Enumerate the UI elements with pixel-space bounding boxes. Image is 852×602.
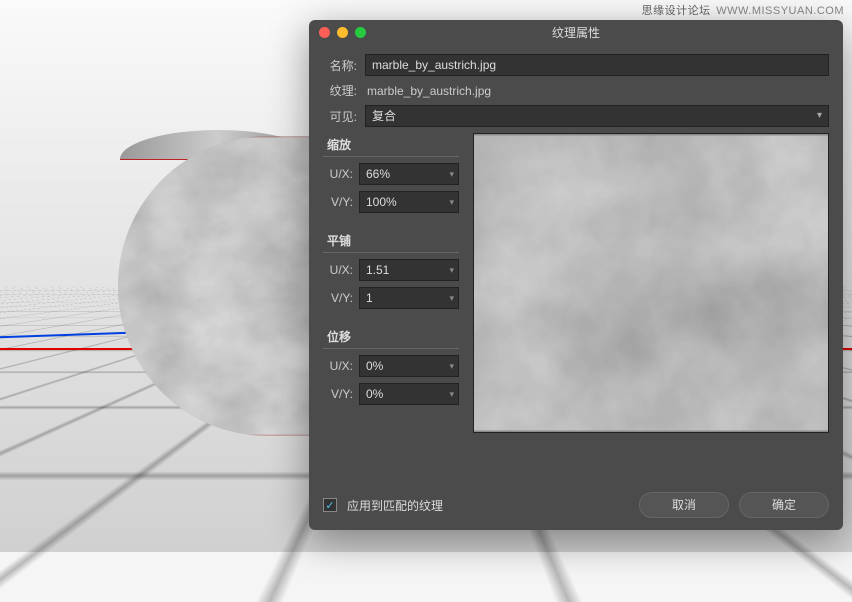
dialog-title: 纹理属性 xyxy=(552,26,600,40)
visible-select[interactable]: 复合 xyxy=(365,105,829,127)
offset-title: 位移 xyxy=(323,325,459,349)
offset-ux-input[interactable]: 0% xyxy=(359,355,459,377)
tile-ux-input[interactable]: 1.51 xyxy=(359,259,459,281)
watermark: 思缘设计论坛 WWW.MISSYUAN.COM xyxy=(642,2,844,18)
hemisphere-object[interactable] xyxy=(118,136,318,436)
dialog-titlebar[interactable]: 纹理属性 xyxy=(309,20,843,46)
apply-matching-checkbox[interactable]: ✓ xyxy=(323,498,337,512)
minimize-icon[interactable] xyxy=(337,27,348,38)
tile-vy-input[interactable]: 1 xyxy=(359,287,459,309)
texture-preview xyxy=(473,133,829,433)
name-label: 名称: xyxy=(323,57,357,74)
offset-vy-input[interactable]: 0% xyxy=(359,383,459,405)
tile-title: 平铺 xyxy=(323,229,459,253)
offset-ux-label: U/X: xyxy=(323,359,353,373)
tile-ux-label: U/X: xyxy=(323,263,353,277)
ok-button[interactable]: 确定 xyxy=(739,492,829,518)
scale-title: 缩放 xyxy=(323,133,459,157)
cancel-button[interactable]: 取消 xyxy=(639,492,729,518)
scale-vy-input[interactable]: 100% xyxy=(359,191,459,213)
apply-matching-label: 应用到匹配的纹理 xyxy=(347,497,629,514)
close-icon[interactable] xyxy=(319,27,330,38)
texture-properties-dialog: 纹理属性 名称: marble_by_austrich.jpg 纹理: marb… xyxy=(309,20,843,530)
maximize-icon[interactable] xyxy=(355,27,366,38)
scale-ux-input[interactable]: 66% xyxy=(359,163,459,185)
name-input[interactable]: marble_by_austrich.jpg xyxy=(365,54,829,76)
offset-group: 位移 U/X: 0% V/Y: 0% xyxy=(323,325,459,413)
texture-value: marble_by_austrich.jpg xyxy=(365,84,829,98)
offset-vy-label: V/Y: xyxy=(323,387,353,401)
scale-ux-label: U/X: xyxy=(323,167,353,181)
scale-group: 缩放 U/X: 66% V/Y: 100% xyxy=(323,133,459,221)
visible-label: 可见: xyxy=(323,108,357,125)
texture-label: 纹理: xyxy=(323,82,357,99)
scale-vy-label: V/Y: xyxy=(323,195,353,209)
tile-group: 平铺 U/X: 1.51 V/Y: 1 xyxy=(323,229,459,317)
tile-vy-label: V/Y: xyxy=(323,291,353,305)
